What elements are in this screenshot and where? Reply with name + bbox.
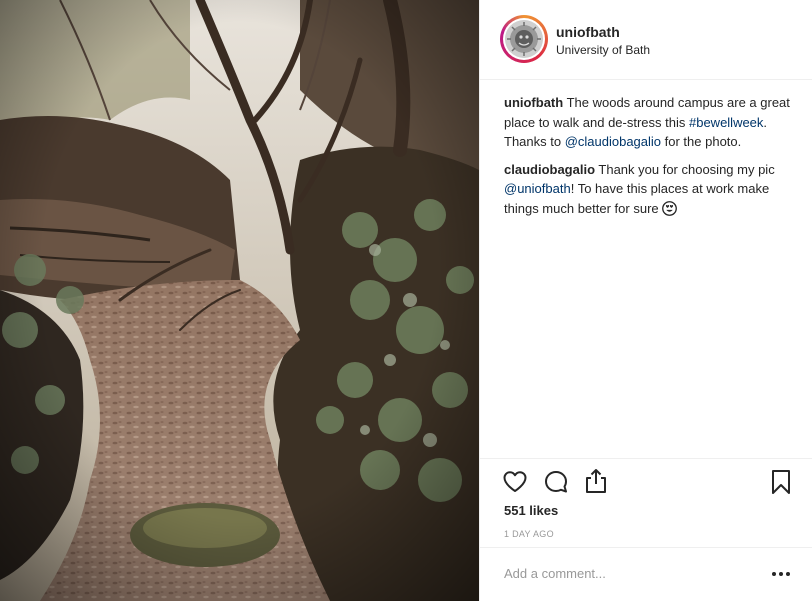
- avatar[interactable]: [500, 15, 548, 63]
- post-timestamp: 1 DAY AGO: [504, 529, 554, 539]
- mention-link[interactable]: @claudiobagalio: [565, 134, 661, 149]
- comment-text: for the photo.: [661, 134, 742, 149]
- heart-icon: [503, 471, 527, 492]
- more-options-button[interactable]: [770, 564, 792, 584]
- comment-text: Thank you for choosing my pic: [595, 161, 775, 177]
- bookmark-icon: [772, 470, 790, 494]
- post-header: uniofbath University of Bath: [480, 0, 812, 80]
- save-button[interactable]: [770, 469, 792, 495]
- share-button[interactable]: [583, 467, 609, 495]
- caption: uniofbath The woods around campus are a …: [504, 93, 794, 152]
- mention-link[interactable]: @uniofbath: [504, 181, 571, 196]
- post-location[interactable]: University of Bath: [556, 43, 650, 57]
- more-dots-icon: [772, 572, 790, 576]
- university-crest-icon: [505, 20, 543, 58]
- post-username[interactable]: uniofbath: [556, 24, 620, 40]
- comments-list: uniofbath The woods around campus are a …: [504, 93, 794, 226]
- comment: claudiobagalio Thank you for choosing my…: [504, 160, 794, 219]
- share-icon: [586, 469, 606, 493]
- woodland-path-photo: [0, 0, 479, 601]
- comment-bubble-icon: [545, 471, 567, 493]
- add-comment-section: [480, 547, 812, 601]
- hashtag-link[interactable]: #bewellweek: [689, 115, 763, 130]
- likes-count[interactable]: 551 likes: [504, 503, 558, 518]
- post-photo[interactable]: [0, 0, 479, 601]
- add-comment-input[interactable]: [504, 566, 744, 581]
- post-sidebar: uniofbath University of Bath uniofbath T…: [479, 0, 812, 601]
- comment-username[interactable]: uniofbath: [504, 95, 563, 110]
- like-button[interactable]: [502, 469, 528, 495]
- comment-username[interactable]: claudiobagalio: [504, 162, 595, 177]
- heart-eyes-emoji-icon: [662, 200, 678, 216]
- comment-button[interactable]: [543, 469, 569, 495]
- post-actions: [480, 458, 812, 459]
- instagram-post: uniofbath University of Bath uniofbath T…: [0, 0, 812, 601]
